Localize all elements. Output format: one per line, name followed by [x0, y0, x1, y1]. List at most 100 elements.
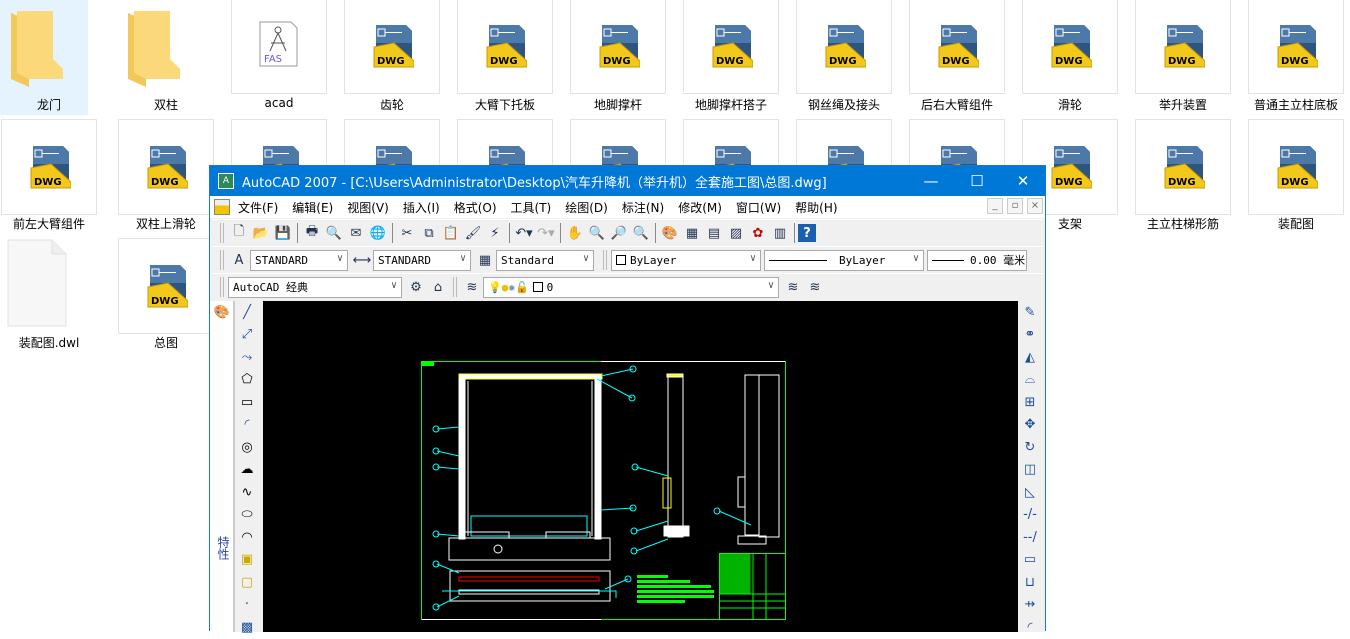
menu-item[interactable]: 标注(N): [622, 199, 664, 216]
move-icon[interactable]: ✥: [1018, 414, 1042, 437]
color-swatch: [616, 255, 626, 265]
close-button[interactable]: ✕: [1000, 166, 1046, 196]
dim-style-dropdown[interactable]: STANDARD ∨: [373, 249, 471, 271]
zoom-realtime-icon[interactable]: 🔍: [586, 222, 608, 244]
menu-item[interactable]: 视图(V): [347, 199, 389, 216]
publish-web-icon[interactable]: 🌐: [367, 222, 389, 244]
toolbar-grip[interactable]: [220, 277, 224, 297]
undo-icon[interactable]: ↶▾: [513, 222, 535, 244]
erase-icon[interactable]: ✎: [1018, 301, 1042, 324]
mirror-icon[interactable]: ◭: [1018, 346, 1042, 369]
rectangle-icon[interactable]: ▭: [235, 391, 259, 414]
text-style-dropdown[interactable]: STANDARD ∨: [250, 249, 348, 271]
menu-item[interactable]: 编辑(E): [292, 199, 333, 216]
point-icon[interactable]: ·: [235, 594, 259, 617]
dim-style-icon: ⟷: [352, 252, 372, 268]
thumbnail-frame: DWG: [909, 0, 1005, 94]
join-icon[interactable]: ⊔: [1018, 571, 1042, 594]
folder-icon: [11, 11, 63, 87]
polygon-icon[interactable]: ⬠: [235, 369, 259, 392]
spline-icon[interactable]: ∿: [235, 481, 259, 504]
trim-icon[interactable]: -/-: [1018, 504, 1042, 527]
lineweight-dropdown[interactable]: 0.00 毫米: [927, 249, 1027, 271]
ellipse-icon[interactable]: ⬭: [235, 504, 259, 527]
redo-icon[interactable]: ↷▾: [535, 222, 557, 244]
minimize-button[interactable]: —: [908, 166, 954, 196]
line-icon[interactable]: ╱: [235, 301, 259, 324]
design-center-icon[interactable]: ▦: [681, 222, 703, 244]
revision-cloud-icon[interactable]: ☁: [235, 459, 259, 482]
cut-icon[interactable]: ✂: [396, 222, 418, 244]
save-icon[interactable]: 💾: [272, 222, 294, 244]
zoom-window-icon[interactable]: 🔎: [608, 222, 630, 244]
extend-icon[interactable]: --/: [1018, 526, 1042, 549]
layer-manager-icon[interactable]: ≋: [461, 276, 483, 298]
color-dropdown[interactable]: ByLayer ∨: [611, 249, 761, 271]
thumbnail-frame: DWG: [118, 238, 214, 334]
workspace-settings-icon[interactable]: ⚙: [405, 276, 427, 298]
desktop-item-label: 龙门: [36, 98, 61, 112]
markup-icon[interactable]: ✿: [747, 222, 769, 244]
rotate-icon[interactable]: ↻: [1018, 436, 1042, 459]
make-block-icon[interactable]: ▢: [235, 571, 259, 594]
menu-item[interactable]: 文件(F): [238, 199, 278, 216]
print-icon[interactable]: 🖶: [301, 222, 323, 244]
insert-block-icon[interactable]: ▣: [235, 549, 259, 572]
drawing-canvas[interactable]: [263, 301, 1019, 632]
stretch-icon[interactable]: ◺: [1018, 481, 1042, 504]
paste-icon[interactable]: 📋: [440, 222, 462, 244]
arc-icon[interactable]: ◜: [235, 414, 259, 437]
scale-icon[interactable]: ◫: [1018, 459, 1042, 482]
table-style-dropdown[interactable]: Standard ∨: [496, 249, 594, 271]
workspace-dropdown[interactable]: AutoCAD 经典 ∨: [228, 276, 402, 298]
calculator-icon[interactable]: ▥: [769, 222, 791, 244]
help-icon[interactable]: ?: [798, 224, 816, 242]
menu-item[interactable]: 修改(M): [678, 199, 722, 216]
polyline-icon[interactable]: ⤳: [235, 346, 259, 369]
menu-item[interactable]: 工具(T): [511, 199, 552, 216]
window-title: AutoCAD 2007 - [C:\Users\Administrator\D…: [242, 175, 827, 191]
menu-item[interactable]: 插入(I): [403, 199, 440, 216]
break-icon[interactable]: ▭: [1018, 549, 1042, 572]
print-preview-icon[interactable]: 🔍: [323, 222, 345, 244]
pan-icon[interactable]: ✋: [564, 222, 586, 244]
fillet-icon[interactable]: ◜: [1018, 616, 1042, 639]
offset-icon[interactable]: ⌓: [1018, 369, 1042, 392]
maximize-button[interactable]: ☐: [954, 166, 1000, 196]
menu-item[interactable]: 格式(O): [454, 199, 497, 216]
open-icon[interactable]: 📂: [250, 222, 272, 244]
menu-item[interactable]: 帮助(H): [795, 199, 837, 216]
hatch-icon[interactable]: ▩: [235, 616, 259, 639]
layer-previous-icon[interactable]: ≋: [804, 276, 826, 298]
copy-object-icon[interactable]: ⚭: [1018, 324, 1042, 347]
match-properties-icon[interactable]: 🖌: [462, 222, 484, 244]
make-layer-current-icon[interactable]: ≋: [782, 276, 804, 298]
copy-icon[interactable]: ⧉: [418, 222, 440, 244]
new-icon[interactable]: 🗋: [228, 222, 250, 244]
tool-palettes-icon[interactable]: ▤: [703, 222, 725, 244]
menu-item[interactable]: 窗口(W): [736, 199, 781, 216]
doc-restore-button[interactable]: ▫: [1007, 198, 1023, 214]
publish-icon[interactable]: ✉: [345, 222, 367, 244]
properties-palette-strip[interactable]: 🎨 特性: [210, 301, 234, 632]
block-editor-icon[interactable]: ⚡: [484, 222, 506, 244]
my-workspace-icon[interactable]: ⌂: [427, 276, 449, 298]
circle-icon[interactable]: ◎: [235, 436, 259, 459]
doc-minimize-button[interactable]: _: [987, 198, 1003, 214]
title-bar[interactable]: A AutoCAD 2007 - [C:\Users\Administrator…: [210, 166, 1045, 196]
svg-text:DWG: DWG: [490, 56, 518, 67]
chamfer-icon[interactable]: ⇸: [1018, 594, 1042, 617]
doc-close-button[interactable]: ×: [1027, 198, 1043, 214]
sheet-set-icon[interactable]: ▨: [725, 222, 747, 244]
properties-icon[interactable]: 🎨: [659, 222, 681, 244]
linetype-dropdown[interactable]: ByLayer ∨: [764, 249, 924, 271]
construction-line-icon[interactable]: ⤢: [235, 324, 259, 347]
array-icon[interactable]: ⊞: [1018, 391, 1042, 414]
layer-dropdown[interactable]: 💡 ● ✺ 🔓 0 ∨: [483, 276, 779, 298]
ellipse-arc-icon[interactable]: ◠: [235, 526, 259, 549]
menu-item[interactable]: 绘图(D): [565, 199, 608, 216]
zoom-previous-icon[interactable]: 🔍: [630, 222, 652, 244]
toolbar-grip[interactable]: [220, 223, 224, 243]
properties-icon[interactable]: 🎨: [210, 301, 234, 324]
toolbar-grip[interactable]: [220, 250, 224, 270]
